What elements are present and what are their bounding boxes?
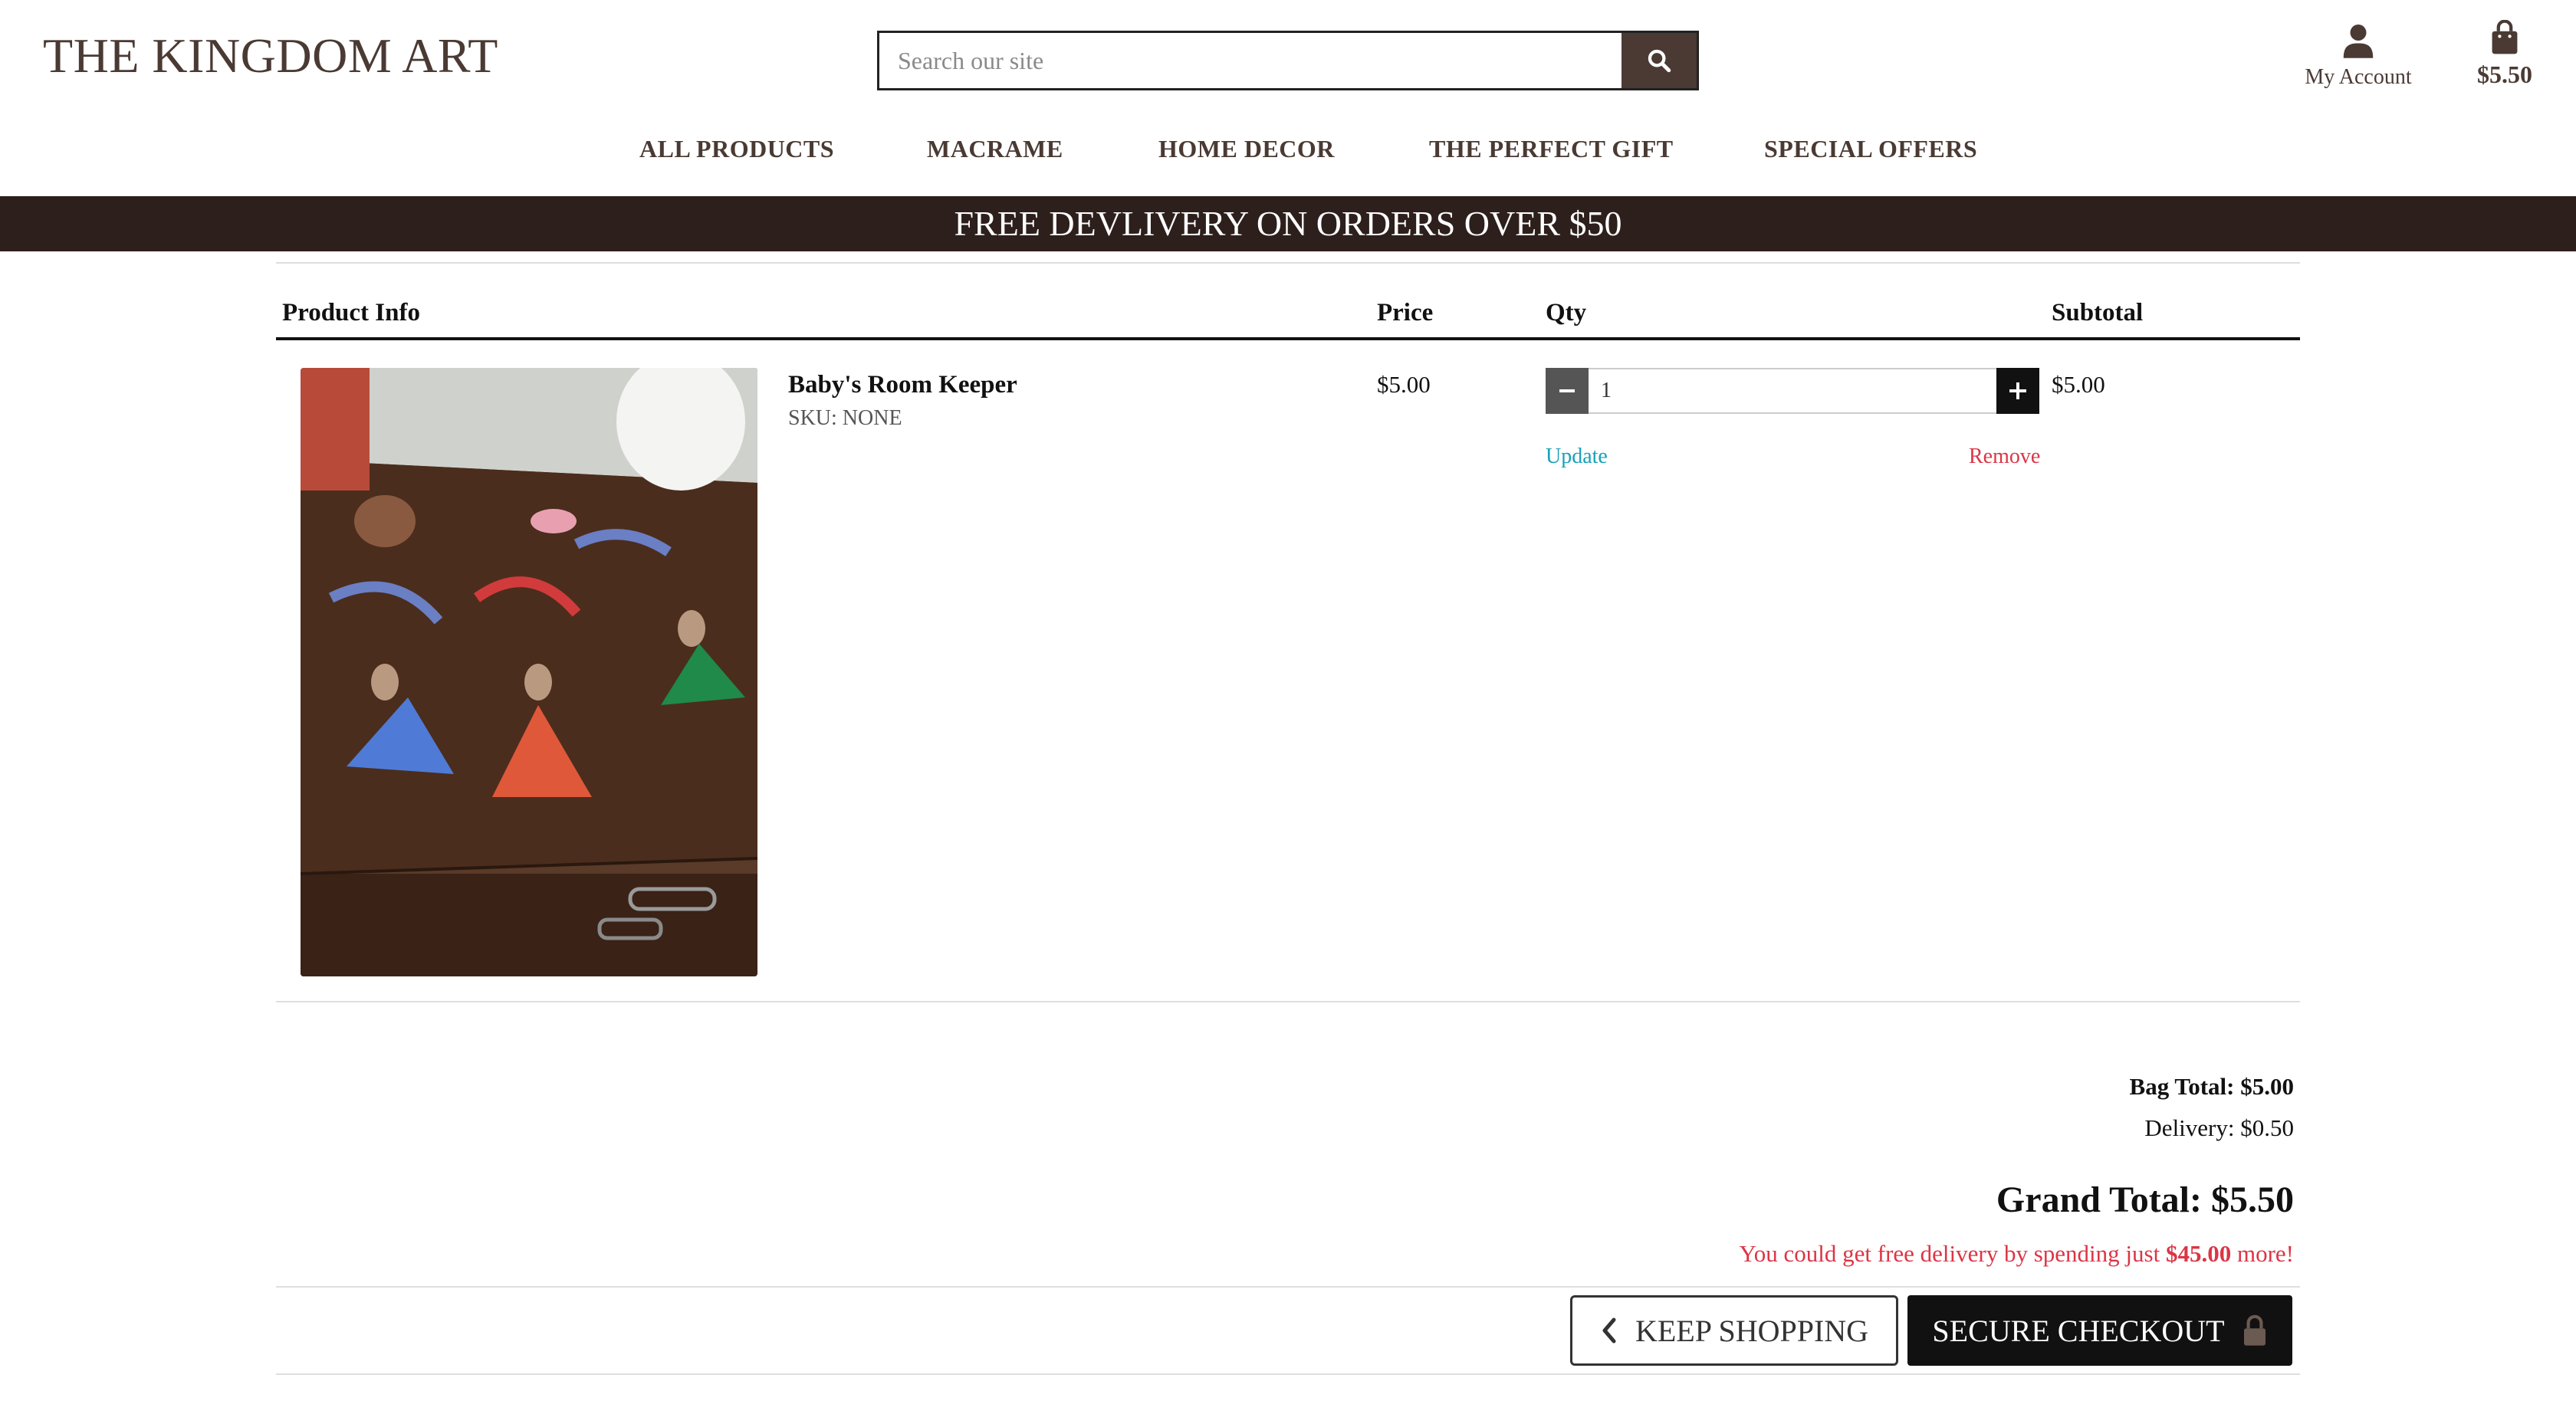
bag-table-header: Product Info Price Qty Subtotal xyxy=(276,288,2300,340)
keep-shopping-button[interactable]: KEEP SHOPPING xyxy=(1570,1295,1898,1366)
divider xyxy=(276,262,2300,264)
nav-item-home-decor[interactable]: HOME DECOR xyxy=(1158,135,1335,163)
chevron-left-icon xyxy=(1602,1317,1616,1344)
product-name: Baby's Room Keeper xyxy=(788,371,1017,399)
header-product-info: Product Info xyxy=(282,299,420,326)
site-header: THE KINGDOM ART My Account $5.50 ALL PRO… xyxy=(0,0,2576,196)
grand-total: Grand Total: $5.50 xyxy=(1996,1180,2294,1220)
quantity-stepper xyxy=(1546,368,2039,414)
nav-item-special-offers[interactable]: SPECIAL OFFERS xyxy=(1764,135,1977,163)
site-logo[interactable]: THE KINGDOM ART xyxy=(43,28,498,84)
minus-icon xyxy=(1559,389,1575,392)
user-icon xyxy=(2343,25,2374,58)
keep-shopping-label: KEEP SHOPPING xyxy=(1635,1313,1869,1348)
product-subtotal: $5.00 xyxy=(2052,371,2105,398)
secure-checkout-label: SECURE CHECKOUT xyxy=(1932,1313,2225,1348)
bag-total-amount: $5.50 xyxy=(2477,61,2532,88)
header-price: Price xyxy=(1377,299,1434,326)
search-input[interactable] xyxy=(879,33,1622,88)
my-account-link[interactable]: My Account xyxy=(2297,23,2420,90)
free-delivery-message: You could get free delivery by spending … xyxy=(1739,1240,2294,1268)
free-delivery-suffix: more! xyxy=(2231,1240,2294,1267)
search-form xyxy=(877,31,1699,90)
nav-item-the-perfect-gift[interactable]: THE PERFECT GIFT xyxy=(1429,135,1674,163)
shopping-bag-link[interactable]: $5.50 xyxy=(2463,19,2547,89)
search-button[interactable] xyxy=(1622,33,1697,88)
main-nav: ALL PRODUCTS MACRAME HOME DECOR THE PERF… xyxy=(0,135,2576,172)
free-delivery-amount: $45.00 xyxy=(2165,1240,2232,1267)
lock-icon xyxy=(2243,1314,2266,1346)
secure-checkout-button[interactable]: SECURE CHECKOUT xyxy=(1907,1295,2292,1366)
free-delivery-prefix: You could get free delivery by spending … xyxy=(1739,1240,2166,1267)
divider xyxy=(276,1373,2300,1375)
delivery-cost: Delivery: $0.50 xyxy=(2144,1114,2294,1141)
plus-icon xyxy=(2009,382,2026,399)
header-subtotal: Subtotal xyxy=(2052,299,2144,326)
bag-total: Bag Total: $5.00 xyxy=(2129,1073,2294,1100)
shopping-bag-icon xyxy=(2492,19,2518,54)
remove-link[interactable]: Remove xyxy=(1969,445,2040,469)
quantity-input[interactable] xyxy=(1589,368,1996,414)
product-image[interactable] xyxy=(301,368,757,976)
search-icon xyxy=(1648,49,1671,73)
update-link[interactable]: Update xyxy=(1546,445,1608,469)
product-sku: SKU: NONE xyxy=(788,406,902,430)
product-price: $5.00 xyxy=(1377,371,1431,398)
delivery-banner: FREE DEVLIVERY ON ORDERS OVER $50 xyxy=(0,196,2576,251)
nav-item-macrame[interactable]: MACRAME xyxy=(927,135,1063,163)
my-account-label: My Account xyxy=(2305,65,2412,89)
divider xyxy=(276,1001,2300,1002)
nav-item-all-products[interactable]: ALL PRODUCTS xyxy=(639,135,834,163)
increment-qty-button[interactable] xyxy=(1996,368,2039,414)
decrement-qty-button[interactable] xyxy=(1546,368,1589,414)
header-qty: Qty xyxy=(1546,299,1587,326)
divider xyxy=(276,1286,2300,1288)
